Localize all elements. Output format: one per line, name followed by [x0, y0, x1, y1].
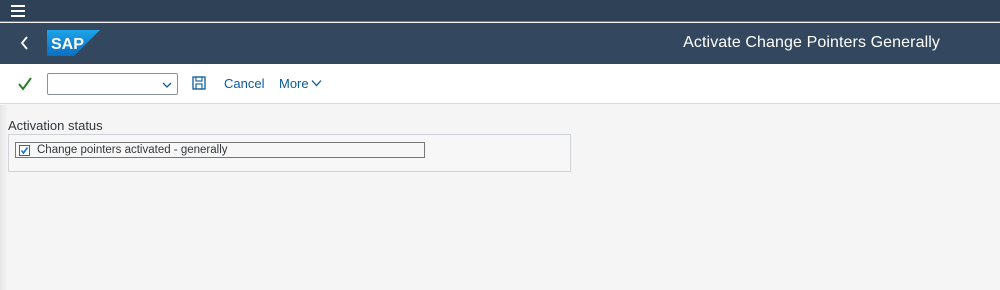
activation-status-group: Change pointers activated - generally [8, 134, 571, 172]
toolbar: Cancel More [0, 64, 1000, 104]
save-icon [192, 76, 206, 90]
command-input[interactable] [50, 75, 158, 93]
save-button[interactable] [191, 75, 207, 91]
svg-text:SAP: SAP [51, 36, 84, 53]
more-button[interactable]: More [279, 76, 309, 91]
checkmark-icon [20, 147, 29, 155]
checkbox-row[interactable]: Change pointers activated - generally [15, 142, 425, 158]
main-content: Activation status Change pointers activa… [0, 105, 1000, 290]
page-title: Activate Change Pointers Generally [683, 34, 940, 51]
checkmark-icon [18, 77, 32, 91]
command-field[interactable] [47, 73, 178, 95]
back-chevron-icon [20, 36, 28, 50]
change-pointers-checkbox[interactable] [19, 145, 30, 156]
chevron-down-icon[interactable] [311, 79, 322, 87]
sap-logo: SAP [47, 30, 100, 56]
enter-button[interactable] [15, 74, 35, 94]
menu-bar [0, 0, 1000, 22]
shell-header: SAP Activate Change Pointers Generally [0, 23, 1000, 64]
group-title: Activation status [8, 118, 103, 133]
cancel-button[interactable]: Cancel [224, 76, 264, 91]
chevron-down-icon[interactable] [161, 79, 173, 91]
hamburger-menu-icon[interactable] [11, 4, 27, 18]
back-button[interactable] [14, 32, 36, 54]
checkbox-label: Change pointers activated - generally [37, 144, 228, 156]
